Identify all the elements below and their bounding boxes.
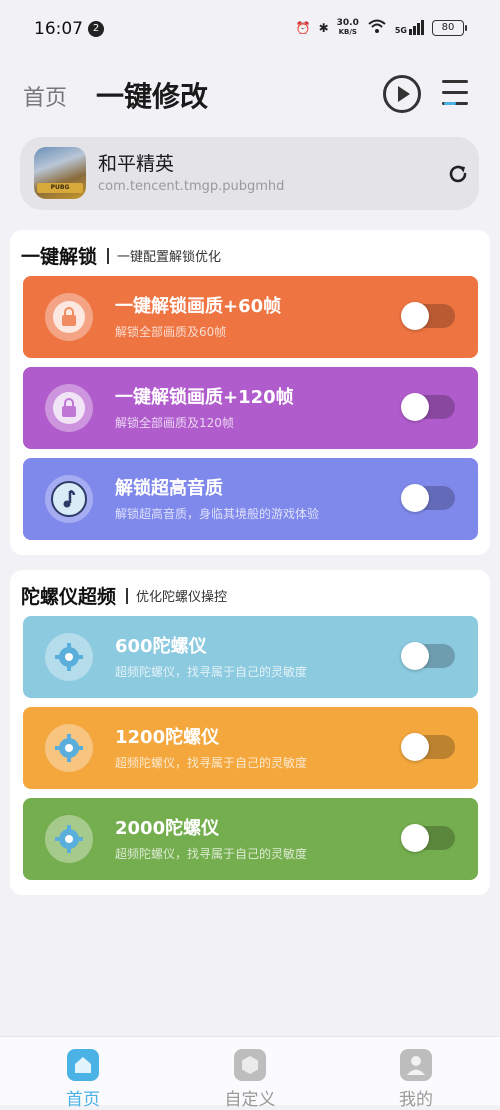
gyro-section: 陀螺仪超频 优化陀螺仪操控 600陀螺仪 超频陀螺仪，找寻属于自己的灵敏度 12… [10,570,490,895]
play-icon[interactable] [383,75,421,113]
toggle-switch[interactable] [401,302,455,330]
app-name: 和平精英 [98,153,175,175]
header: 首页 一键修改 [0,70,500,120]
item-title: 2000陀螺仪 [115,818,220,839]
notification-count-badge: 2 [88,21,104,37]
toggle-switch[interactable] [401,642,455,670]
nav-home[interactable]: 首页 [43,1049,123,1110]
lock-icon [45,293,93,341]
toggle-switch[interactable] [401,824,455,852]
unlock-section: 一键解锁 一键配置解锁优化 一键解锁画质+60帧 解锁全部画质及60帧 一键解锁… [10,230,490,555]
menu-icon[interactable] [442,78,470,106]
page-title: 一键修改 [96,80,209,113]
item-title: 一键解锁画质+60帧 [115,296,282,317]
nav-customize[interactable]: 自定义 [210,1049,290,1110]
cell-signal-label: 5G [394,26,407,35]
app-package: com.tencent.tmgp.pubgmhd [98,179,285,194]
item-title: 600陀螺仪 [115,636,207,657]
gyro-2000-item: 2000陀螺仪 超频陀螺仪，找寻属于自己的灵敏度 [23,798,478,880]
wifi-icon [367,18,387,37]
section-subtitle: 一键配置解锁优化 [117,250,222,265]
alarm-icon: ⏰ [295,20,311,35]
app-icon-logo-text: PUBG [37,183,83,193]
item-subtitle: 解锁全部画质及120帧 [115,416,234,430]
unlock-60fps-item: 一键解锁画质+60帧 解锁全部画质及60帧 [23,276,478,358]
item-title: 一键解锁画质+120帧 [115,387,294,408]
lock-icon [45,384,93,432]
bottom-nav: 首页 自定义 我的 [0,1036,500,1110]
item-title: 解锁超高音质 [115,478,223,499]
unlock-audio-item: 解锁超高音质 解锁超高音质，身临其境般的游戏体验 [23,458,478,540]
section-title: 一键解锁 [21,246,98,268]
home-icon [67,1049,99,1081]
nav-label: 首页 [66,1090,100,1110]
item-subtitle: 超频陀螺仪，找寻属于自己的灵敏度 [115,665,308,679]
unlock-120fps-item: 一键解锁画质+120帧 解锁全部画质及120帧 [23,367,478,449]
toggle-switch[interactable] [401,733,455,761]
gear-icon [45,815,93,863]
selected-app-card[interactable]: PUBG 和平精英 com.tencent.tmgp.pubgmhd [20,137,479,210]
nav-label: 我的 [399,1090,433,1110]
gyro-1200-item: 1200陀螺仪 超频陀螺仪，找寻属于自己的灵敏度 [23,707,478,789]
battery-indicator: 80 [432,19,467,36]
network-speed-value: 30.0 [336,17,359,28]
toggle-switch[interactable] [401,484,455,512]
item-subtitle: 超频陀螺仪，找寻属于自己的灵敏度 [115,756,308,770]
bluetooth-icon: ✱ [318,20,329,35]
nav-label: 自定义 [224,1090,276,1110]
item-subtitle: 解锁全部画质及60帧 [115,325,227,339]
network-speed-unit: KB/S [338,27,357,36]
item-subtitle: 解锁超高音质，身临其境般的游戏体验 [115,507,320,521]
toggle-switch[interactable] [401,393,455,421]
nav-profile[interactable]: 我的 [376,1049,456,1110]
gear-icon [45,633,93,681]
section-subtitle: 优化陀螺仪操控 [136,590,228,605]
status-time: 16:07 [34,19,83,39]
refresh-icon[interactable] [446,162,468,184]
cell-signal-icon: 5G [395,20,424,35]
gear-icon [45,724,93,772]
customize-icon [234,1049,266,1081]
user-icon [400,1049,432,1081]
gyro-600-item: 600陀螺仪 超频陀螺仪，找寻属于自己的灵敏度 [23,616,478,698]
music-icon [45,475,93,523]
item-title: 1200陀螺仪 [115,727,220,748]
home-link[interactable]: 首页 [23,80,67,112]
app-icon: PUBG [34,147,86,199]
section-title: 陀螺仪超频 [21,586,117,608]
network-speed: 30.0 KB/S [336,17,359,37]
status-bar: 16:07 2 ⏰ ✱ 30.0 KB/S 5G 80 [0,0,500,60]
item-subtitle: 超频陀螺仪，找寻属于自己的灵敏度 [115,847,308,861]
